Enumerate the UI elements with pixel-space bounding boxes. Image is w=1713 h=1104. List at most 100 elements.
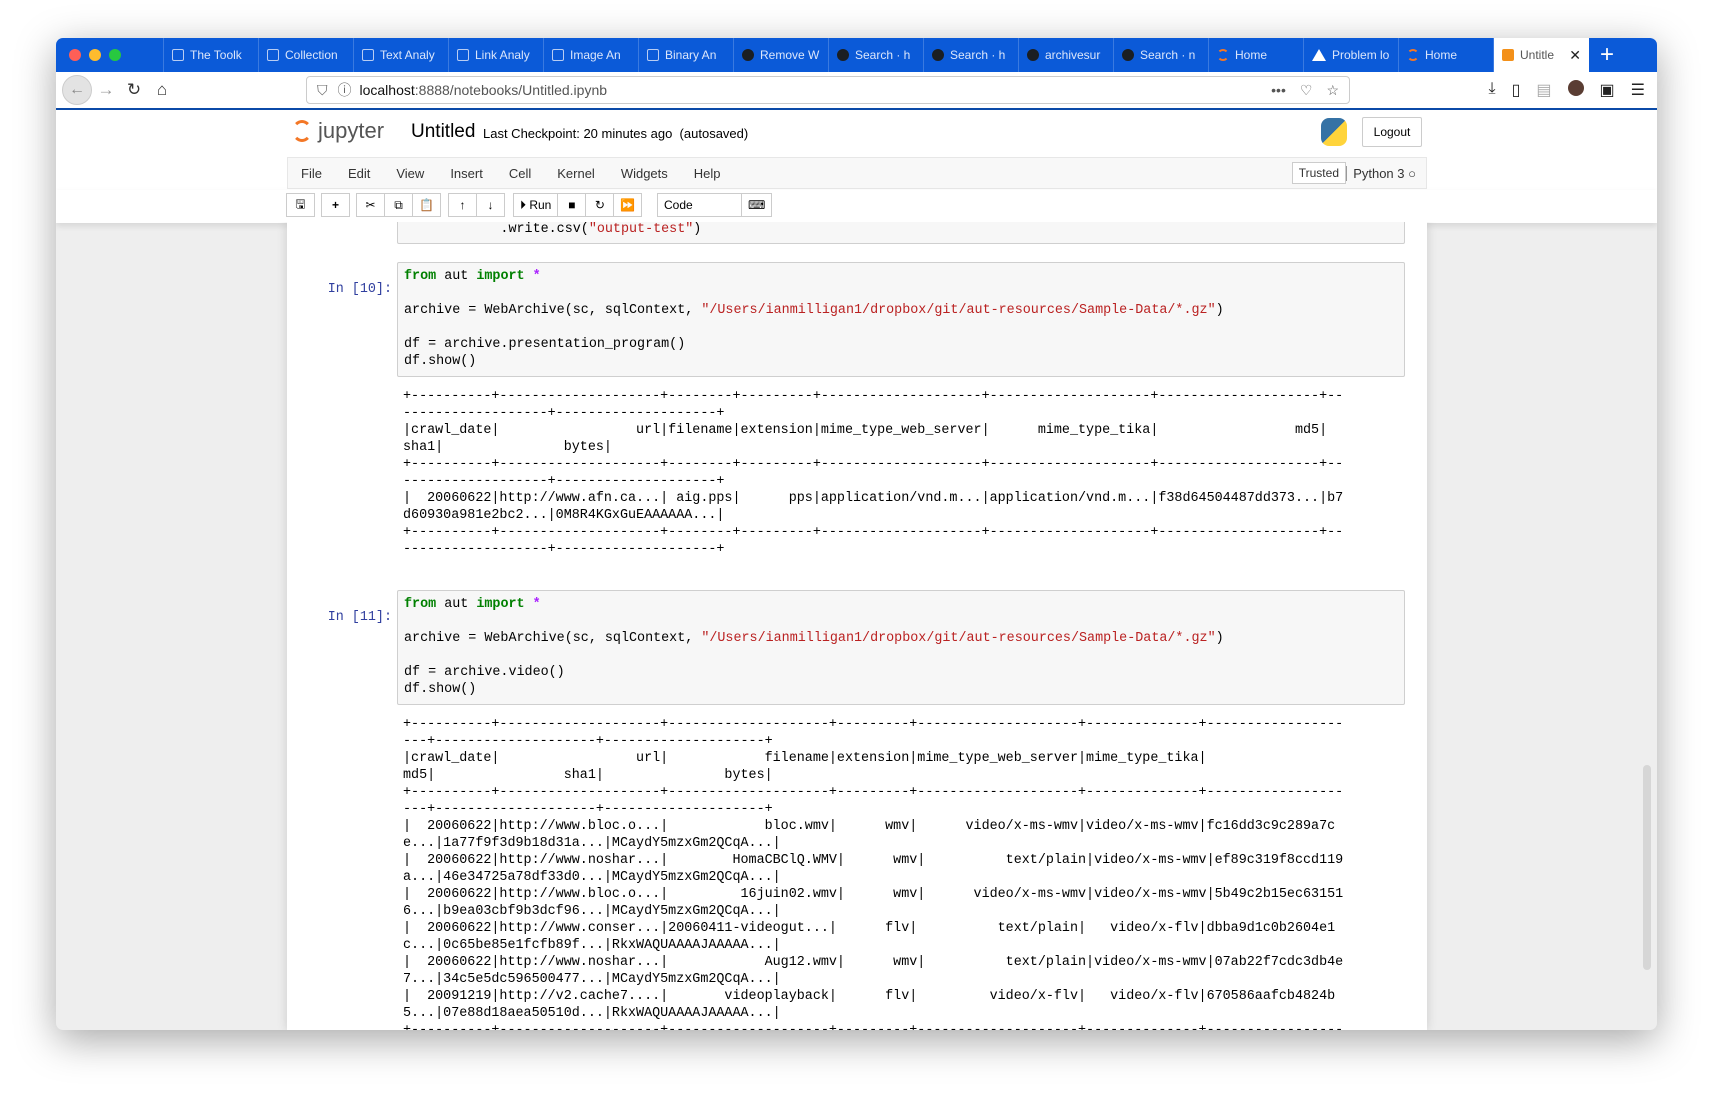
jupyter-icon [1407, 49, 1419, 61]
zoom-window-button[interactable] [109, 49, 121, 61]
menu-help[interactable]: Help [681, 166, 734, 181]
download-icon[interactable]: ⤓ [1489, 80, 1496, 100]
run-button[interactable]: ⏵ Run [513, 193, 559, 217]
paste-button[interactable]: 📋 [412, 193, 441, 217]
tab[interactable]: Home [1208, 38, 1303, 72]
output-line: c...|0c65be85e1fcfb89f...|RkxWAQUAAAAJAA… [403, 938, 781, 953]
cut-button[interactable]: ✂ [356, 193, 385, 217]
menu-view[interactable]: View [383, 166, 437, 181]
tab-label: Search · n [1140, 48, 1196, 62]
tab[interactable]: Search · n [1113, 38, 1208, 72]
cell-output-10: +----------+--------------------+-------… [403, 388, 1343, 558]
tab-label: Binary An [665, 48, 717, 62]
menu-file[interactable]: File [288, 166, 335, 181]
home-button[interactable]: ⌂ [148, 80, 176, 100]
code-cell-10[interactable]: from aut import * archive = WebArchive(s… [397, 262, 1405, 377]
logout-button[interactable]: Logout [1362, 117, 1422, 147]
command-palette-button[interactable]: ⌨ [741, 193, 773, 217]
output-line: ------------------+--------------------+ [403, 474, 725, 489]
minimize-window-button[interactable] [89, 49, 101, 61]
jupyter-header: jupyter Untitled Last Checkpoint: 20 min… [56, 110, 1657, 155]
code-text: df = archive.video() [404, 665, 565, 680]
tab[interactable]: archivesur [1018, 38, 1113, 72]
more-icon[interactable]: ••• [1271, 82, 1286, 98]
menu-insert[interactable]: Insert [437, 166, 496, 181]
save-button[interactable]: 🖫 [286, 193, 315, 217]
scrollbar-thumb[interactable] [1643, 765, 1651, 970]
code-string: "/Users/ianmilligan1/dropbox/git/aut-res… [701, 631, 1216, 646]
tab-label: Untitle [1520, 48, 1555, 62]
insert-cell-button[interactable]: + [321, 193, 350, 217]
output-line: ------------------+--------------------+ [403, 542, 725, 557]
output-line: | 20060622|http://www.bloc.o...| bloc.wm… [403, 819, 1336, 834]
avatar[interactable] [1567, 80, 1584, 96]
tab-label: Image An [570, 48, 621, 62]
output-line: | 20060622|http://www.afn.ca...| aig.pps… [403, 491, 1344, 506]
tab-active[interactable]: Untitle ✕ [1493, 38, 1589, 72]
tab[interactable]: Text Analy [353, 38, 448, 72]
screenshot-icon[interactable]: ▣ [1600, 80, 1615, 100]
reload-button[interactable]: ↻ [120, 80, 148, 100]
output-line: ---+--------------------+---------------… [403, 802, 773, 817]
tab[interactable]: Home [1398, 38, 1493, 72]
tab-label: Problem lo [1332, 48, 1390, 62]
menu-cell[interactable]: Cell [496, 166, 544, 181]
hamburger-menu-icon[interactable]: ☰ [1631, 80, 1645, 100]
forward-button[interactable]: → [92, 80, 120, 100]
output-line: 6...|b9ea03cbf9b3dcf96...|MCaydY5mzxGm2Q… [403, 904, 781, 919]
tab[interactable]: Search · h [923, 38, 1018, 72]
back-button[interactable]: ← [62, 75, 92, 105]
restart-button[interactable]: ↻ [585, 193, 615, 217]
notebook-name[interactable]: Untitled [411, 121, 475, 143]
cell-output-11: +----------+--------------------+-------… [403, 716, 1343, 1030]
github-icon [932, 49, 944, 61]
move-down-button[interactable]: ↓ [476, 193, 505, 217]
tab[interactable]: Image An [543, 38, 638, 72]
python-logo-icon [1321, 118, 1347, 146]
code-cell-previous[interactable]: .write.csv("output-test") [397, 222, 1405, 244]
code-cell-11[interactable]: from aut import * archive = WebArchive(s… [397, 590, 1405, 705]
info-icon: ⓘ [337, 82, 352, 98]
interrupt-button[interactable]: ■ [557, 193, 587, 217]
menu-kernel[interactable]: Kernel [544, 166, 608, 181]
tab[interactable]: Collection [258, 38, 353, 72]
tab[interactable]: Search · h [828, 38, 923, 72]
tab[interactable]: Remove W [733, 38, 828, 72]
github-icon [1122, 49, 1134, 61]
restart-run-all-button[interactable]: ⏩ [613, 193, 643, 217]
output-line: |crawl_date| url|filename|extension|mime… [403, 423, 1328, 438]
close-tab-icon[interactable]: ✕ [1569, 47, 1581, 64]
tab[interactable]: Link Analy [448, 38, 543, 72]
menu-edit[interactable]: Edit [335, 166, 383, 181]
jupyter-logo[interactable]: jupyter [292, 118, 384, 144]
reader-icon[interactable]: ▤ [1536, 80, 1551, 100]
code-string: "/Users/ianmilligan1/dropbox/git/aut-res… [701, 303, 1216, 318]
tab-label: archivesur [1045, 48, 1101, 62]
tab[interactable]: The Toolk [163, 38, 258, 72]
menu-widgets[interactable]: Widgets [608, 166, 681, 181]
output-line: md5| sha1| bytes| [403, 768, 773, 783]
tab[interactable]: Binary An [638, 38, 733, 72]
jupyter-logo-icon [292, 120, 312, 142]
tab-label: Remove W [760, 48, 820, 62]
output-line: +----------+--------------------+-------… [403, 1022, 1343, 1030]
sidebar-icon[interactable]: ▯ [1512, 80, 1521, 100]
github-icon [837, 49, 849, 61]
notebook-area: .write.csv("output-test") In [10]: from … [56, 222, 1657, 1030]
operator: * [524, 269, 541, 284]
pocket-icon[interactable]: ♡ [1300, 82, 1313, 99]
tab-bar: The Toolk Collection Text Analy Link Analy I… [56, 38, 1657, 72]
url-bar[interactable]: ⛉ ⓘ localhost:8888/notebooks/Untitled.ip… [306, 76, 1350, 104]
jupyter-icon [1217, 49, 1229, 61]
tab[interactable]: Problem lo [1303, 38, 1398, 72]
copy-button[interactable]: ⧉ [384, 193, 413, 217]
new-tab-button[interactable]: + [1589, 38, 1625, 72]
trusted-badge[interactable]: Trusted [1291, 162, 1346, 184]
code-text: archive = WebArchive(sc, sqlContext, [404, 631, 702, 646]
output-line: +----------+--------------------+-------… [403, 457, 1344, 472]
close-window-button[interactable] [69, 49, 81, 61]
code-string: "output-test" [588, 222, 694, 237]
move-up-button[interactable]: ↑ [448, 193, 477, 217]
bookmark-star-icon[interactable]: ☆ [1326, 82, 1339, 99]
code-text: archive = WebArchive(sc, sqlContext, [404, 303, 702, 318]
